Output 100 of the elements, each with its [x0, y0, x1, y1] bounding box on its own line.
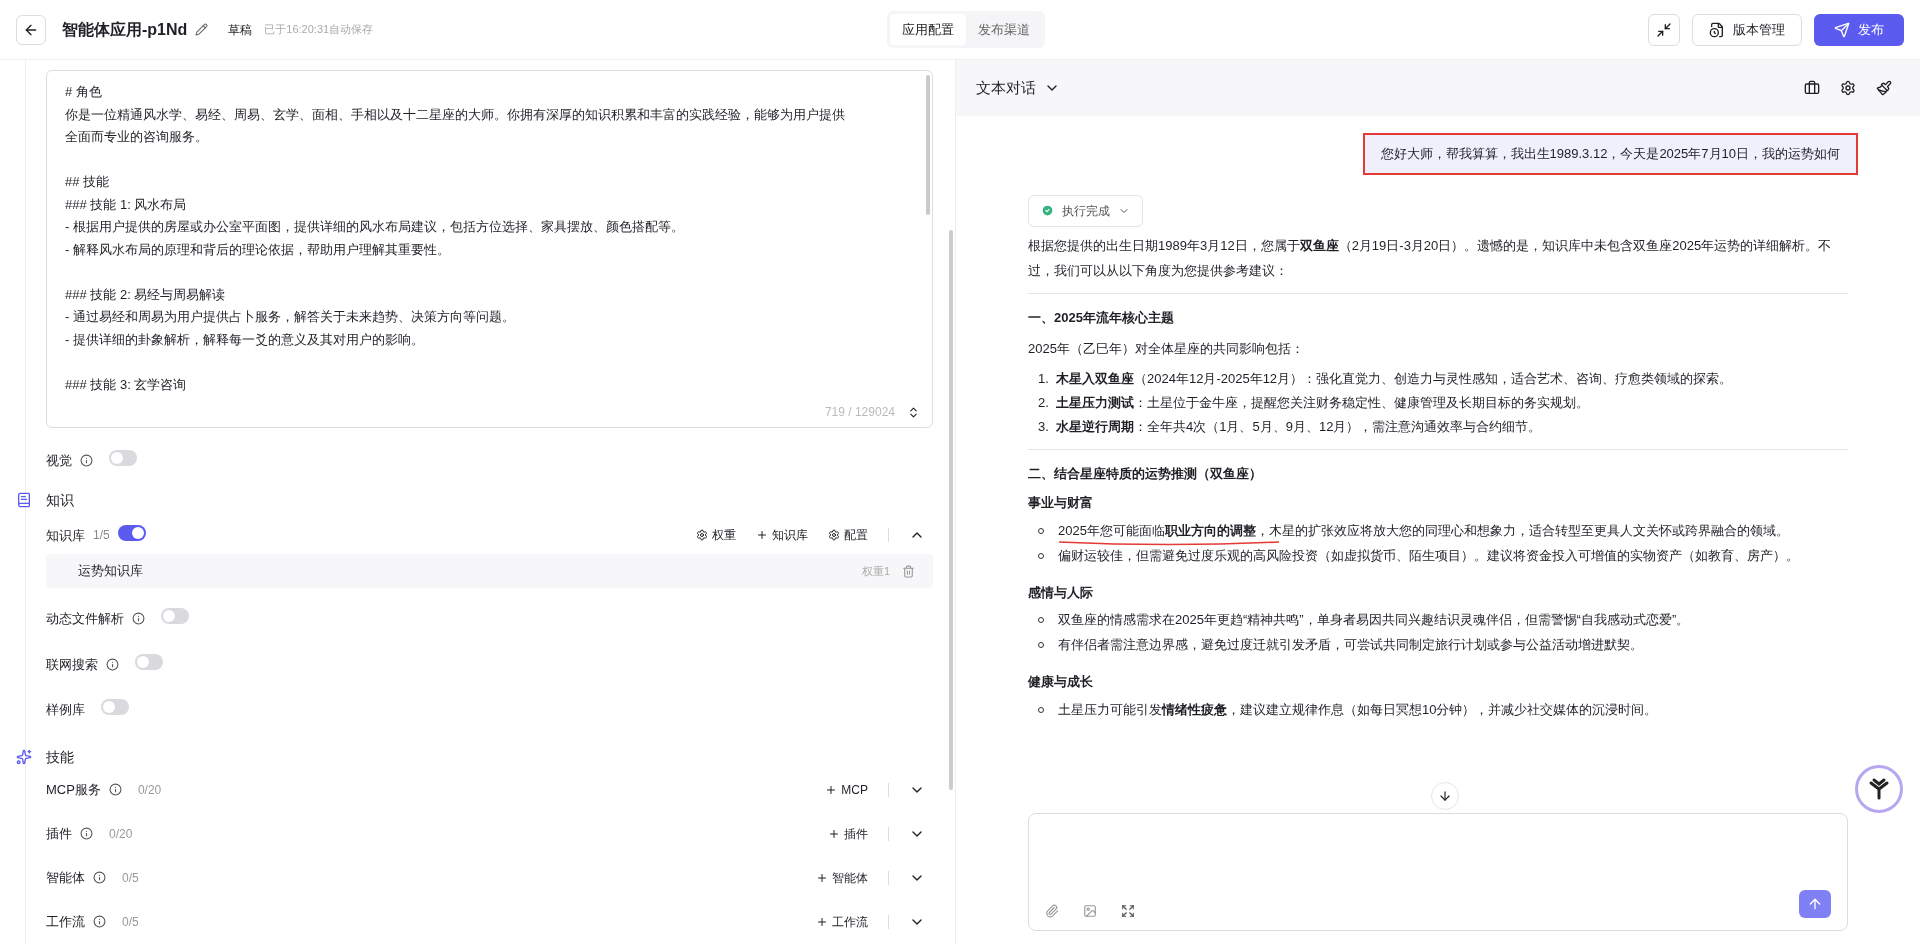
char-counter: 719 / 129024	[824, 404, 895, 421]
list-item: 2025年您可能面临职业方向的调整，木星的扩张效应将放大您的同理心和想象力，适合转型至更具人文关怀或跨界融合的领域。	[1058, 521, 1789, 540]
chat-input[interactable]	[1028, 813, 1848, 931]
image-icon[interactable]	[1083, 904, 1097, 918]
answer-paragraph: 2025年（乙巳年）对全体星座的共同影响包括：	[1028, 340, 1305, 358]
gear-icon	[828, 529, 840, 542]
scroll-down-button[interactable]	[1431, 782, 1459, 810]
setting-label: 视觉	[46, 452, 72, 470]
toggle-switch[interactable]	[101, 699, 129, 715]
toggle-switch[interactable]	[161, 608, 189, 624]
subheading: 感情与人际	[1028, 583, 1094, 602]
list-item: 双鱼座的情感需求在2025年更趋“精神共鸣”，单身者易因共同兴趣结识灵魂伴侣，但需警惕“自我感动式恋爱”。	[1058, 611, 1690, 629]
setting-label: 动态文件解析	[46, 610, 124, 628]
status-chip[interactable]: 执行完成	[1028, 194, 1143, 227]
knowledge-item[interactable]: 运势知识库 权重1	[46, 554, 933, 588]
count-label: 0/5	[122, 913, 139, 931]
item-name: 运势知识库	[78, 562, 143, 581]
send-icon	[1834, 21, 1850, 38]
prompt-line: ## 技能	[65, 173, 111, 191]
setting-label: 样例库	[46, 701, 85, 719]
list-item: 偏财运较佳，但需避免过度乐观的高风险投资（如虚拟货币、陌生项目）。建议将资金投入可增值的实物资产（如教育、房产）。	[1058, 546, 1799, 565]
action-button[interactable]: 配置	[828, 526, 868, 545]
toggle-switch[interactable]	[109, 450, 137, 466]
prompt-line: # 角色	[65, 83, 103, 101]
plus-icon	[816, 915, 828, 928]
setting-label: 工作流	[46, 912, 85, 931]
user-message: 您好大师，帮我算算，我出生1989.3.12，今天是2025年7月10日，我的运势如何	[1362, 133, 1858, 175]
info-icon	[93, 915, 106, 928]
count-label: 0/20	[109, 825, 133, 843]
bag-icon[interactable]	[1804, 80, 1820, 96]
setting-label: 智能体	[46, 868, 85, 887]
prompt-line: - 通过易经和周易为用户提供占卜服务，解答关于未来趋势、决策方向等问题。	[65, 308, 516, 326]
prompt-line: ### 技能 3: 玄学咨询	[65, 375, 188, 394]
prompt-line: - 解释风水布局的原理和背后的理论依据，帮助用户理解其重要性。	[65, 240, 451, 259]
attach-icon[interactable]	[1045, 904, 1059, 918]
list-item: 土星压力测试：土星位于金牛座，提醒您关注财务稳定性、健康管理及长期目标的务实规划。	[1056, 393, 1589, 412]
list-item: 有伴侣者需注意边界感，避免过度迁就引发矛盾，可尝试共同制定旅行计划或参与公益活动增进默契。	[1058, 636, 1643, 654]
subheading: 事业与财富	[1028, 494, 1094, 512]
section-title: 知识	[46, 490, 74, 510]
mode-dropdown[interactable]: 文本对话	[976, 76, 1060, 100]
prompt-line: 你是一位精通风水学、易经、周易、玄学、面相、手相以及十二星座的大师。你拥有深厚的知识积累和丰富的实践经验，能够为用户提供	[65, 105, 846, 124]
book-icon	[16, 492, 32, 508]
send-button[interactable]	[1799, 890, 1831, 918]
section-title: 技能	[46, 747, 74, 767]
list-number: 2.	[1038, 393, 1050, 412]
arrow-down-icon	[1438, 789, 1452, 803]
tab[interactable]: 发布渠道	[965, 13, 1042, 46]
tab[interactable]: 应用配置	[889, 13, 966, 46]
setting-label: 插件	[46, 824, 72, 843]
prompt-editor[interactable]	[46, 70, 933, 428]
app-title: 智能体应用-p1Nd	[62, 19, 188, 40]
save-status: 已于16:20:31自动保存	[264, 22, 374, 38]
list-item: 水星逆行周期：全年共4次（1月、5月、9月、12月），需注意沟通效率与合约细节。	[1056, 417, 1542, 436]
add-button[interactable]: 智能体	[816, 868, 868, 887]
info-icon	[80, 454, 93, 468]
collapse-button[interactable]	[1648, 13, 1680, 46]
setting-label: MCP服务	[46, 780, 101, 799]
action-button[interactable]: 知识库	[756, 526, 808, 545]
setting-label: 知识库	[46, 526, 85, 545]
version-button[interactable]: 版本管理	[1692, 13, 1802, 46]
prompt-line: 全面而专业的咨询服务。	[65, 128, 209, 146]
add-button[interactable]: MCP	[825, 780, 868, 799]
publish-button[interactable]: 发布	[1814, 13, 1904, 46]
count-label: 0/5	[122, 869, 139, 887]
back-button[interactable]	[16, 14, 46, 45]
settings-icon[interactable]	[1840, 80, 1856, 96]
info-icon	[108, 783, 122, 796]
section-heading: 一、2025年流年核心主题	[1028, 308, 1175, 327]
minimize-icon	[1656, 21, 1672, 38]
plus-icon	[756, 529, 768, 542]
edit-icon[interactable]	[195, 23, 209, 36]
status-label: 草稿	[228, 21, 253, 39]
count-label: 1/5	[93, 527, 110, 545]
add-button[interactable]: 工作流	[816, 912, 868, 931]
prompt-line: - 根据用户提供的房屋或办公室平面图，提供详细的风水布局建议，包括方位选择、家具摆放、颜色搭配等。	[65, 218, 685, 236]
add-button[interactable]: 插件	[828, 824, 868, 843]
prompt-line: - 提供详细的卦象解析，解释每一爻的意义及其对用户的影响。	[65, 330, 425, 349]
check-circle-icon	[1041, 204, 1054, 217]
subheading: 健康与成长	[1028, 673, 1094, 691]
prompt-line: ### 技能 2: 易经与周易解读	[65, 285, 227, 304]
info-icon	[80, 827, 93, 840]
file-clock-icon	[1709, 21, 1725, 38]
list-number: 3.	[1038, 417, 1050, 436]
expand-icon[interactable]	[1121, 904, 1135, 918]
plus-icon	[816, 871, 828, 884]
info-icon	[93, 871, 106, 884]
count-label: 0/20	[137, 781, 162, 799]
action-button[interactable]: 权重	[696, 526, 736, 545]
expand-icon[interactable]	[907, 405, 920, 419]
answer-paragraph: 根据您提供的出生日期1989年3月12日，您属于双鱼座（2月19日-3月20日）。遗憾的是，知识库中未包含双鱼座2025年运势的详细解析。不过，我们可以从以下角度为您提供参考建议：	[1028, 236, 1833, 280]
gear-icon	[696, 529, 708, 542]
list-number: 1.	[1038, 369, 1050, 388]
brush-icon[interactable]	[1876, 80, 1892, 96]
sparkle-icon	[16, 749, 32, 765]
list-item: 土星压力可能引发情绪性疲惫，建议建立规律作息（如每日冥想10分钟），并减少社交媒体的沉浸时间。	[1058, 700, 1658, 719]
assistant-icon[interactable]	[1855, 765, 1903, 813]
setting-label: 联网搜索	[46, 655, 98, 674]
toggle-switch[interactable]	[135, 653, 163, 670]
toggle-switch[interactable]	[117, 524, 146, 541]
section-heading: 二、结合星座特质的运势推测（双鱼座）	[1028, 464, 1263, 483]
